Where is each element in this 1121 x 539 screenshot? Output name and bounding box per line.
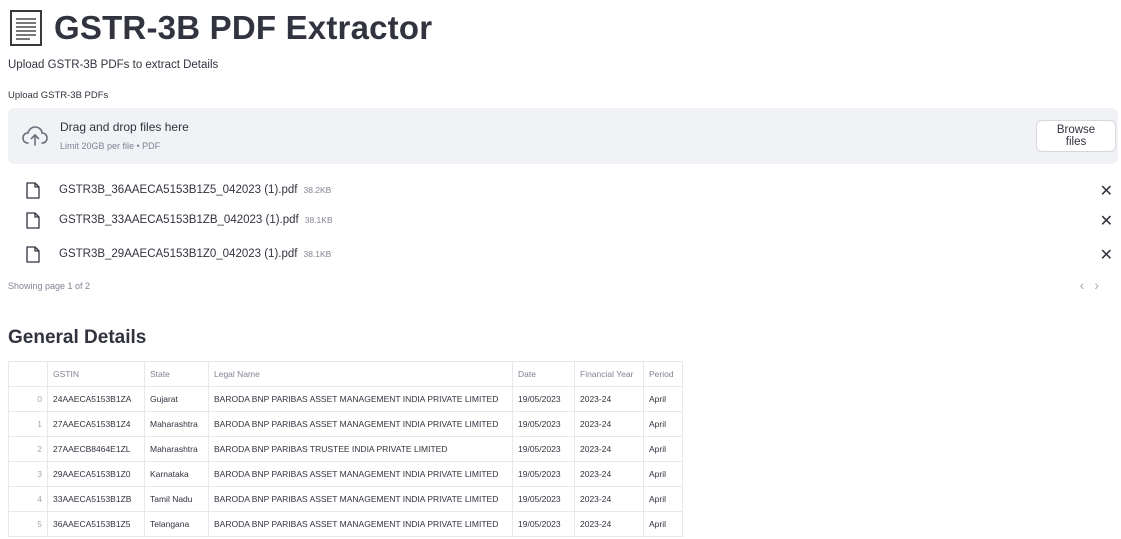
dropzone-main-text: Drag and drop files here: [60, 120, 189, 134]
cell-legal-name[interactable]: BARODA BNP PARIBAS ASSET MANAGEMENT INDI…: [208, 386, 513, 412]
cell-gstin[interactable]: 36AAECA5153B1Z5: [47, 511, 145, 537]
cell-gstin[interactable]: 24AAECA5153B1ZA: [47, 386, 145, 412]
row-index: 3: [8, 461, 48, 487]
column-header-financial-year[interactable]: Financial Year: [574, 361, 644, 387]
cell-date[interactable]: 19/05/2023: [512, 436, 575, 462]
table-row: 4 33AAECA5153B1ZB Tamil Nadu BARODA BNP …: [8, 486, 683, 512]
file-size: 38.1KB: [303, 249, 332, 259]
column-header-gstin[interactable]: GSTIN: [47, 361, 145, 387]
cell-date[interactable]: 19/05/2023: [512, 461, 575, 487]
table-row: 2 27AAECB8464E1ZL Maharashtra BARODA BNP…: [8, 436, 683, 462]
cell-date[interactable]: 19/05/2023: [512, 486, 575, 512]
general-details-table[interactable]: GSTIN State Legal Name Date Financial Ye…: [8, 361, 683, 537]
column-header-legal-name[interactable]: Legal Name: [208, 361, 513, 387]
cell-date[interactable]: 19/05/2023: [512, 386, 575, 412]
table-row: 1 27AAECA5153B1Z4 Maharashtra BARODA BNP…: [8, 411, 683, 437]
uploaded-file-item: GSTR3B_36AAECA5153B1Z5_042023 (1).pdf 38…: [26, 179, 1116, 201]
column-header-index[interactable]: [8, 361, 48, 387]
cell-legal-name[interactable]: BARODA BNP PARIBAS ASSET MANAGEMENT INDI…: [208, 461, 513, 487]
cell-state[interactable]: Telangana: [144, 511, 209, 537]
remove-file-icon[interactable]: ✕: [1100, 181, 1113, 201]
cell-financial-year[interactable]: 2023-24: [574, 386, 644, 412]
file-dropzone[interactable]: Drag and drop files here Limit 20GB per …: [8, 108, 1118, 164]
page-header: GSTR-3B PDF Extractor: [10, 6, 432, 50]
file-icon: [26, 245, 40, 263]
cell-financial-year[interactable]: 2023-24: [574, 511, 644, 537]
browse-files-button[interactable]: Browse files: [1036, 120, 1116, 152]
table-row: 5 36AAECA5153B1Z5 Telangana BARODA BNP P…: [8, 511, 683, 537]
row-index: 5: [8, 511, 48, 537]
cell-state[interactable]: Tamil Nadu: [144, 486, 209, 512]
file-icon: [26, 211, 40, 229]
table-header-row: GSTIN State Legal Name Date Financial Ye…: [8, 361, 683, 387]
next-page-icon[interactable]: ›: [1094, 277, 1109, 293]
cell-financial-year[interactable]: 2023-24: [574, 486, 644, 512]
cell-period[interactable]: April: [643, 486, 683, 512]
cell-period[interactable]: April: [643, 461, 683, 487]
cloud-upload-icon: [22, 126, 48, 146]
file-size: 38.1KB: [304, 215, 333, 225]
document-icon: [10, 10, 42, 46]
cell-state[interactable]: Gujarat: [144, 386, 209, 412]
uploaded-file-item: GSTR3B_29AAECA5153B1Z0_042023 (1).pdf 38…: [26, 243, 1116, 265]
cell-gstin[interactable]: 29AAECA5153B1Z0: [47, 461, 145, 487]
row-index: 4: [8, 486, 48, 512]
cell-state[interactable]: Maharashtra: [144, 411, 209, 437]
section-title: General Details: [8, 327, 147, 348]
cell-date[interactable]: 19/05/2023: [512, 511, 575, 537]
column-header-date[interactable]: Date: [512, 361, 575, 387]
dropzone-limit-text: Limit 20GB per file • PDF: [60, 141, 161, 151]
cell-state[interactable]: Karnataka: [144, 461, 209, 487]
dropzone-instructions: Drag and drop files here Limit 20GB per …: [60, 120, 189, 151]
cell-gstin[interactable]: 27AAECA5153B1Z4: [47, 411, 145, 437]
page-subtitle: Upload GSTR-3B PDFs to extract Details: [8, 59, 219, 71]
cell-period[interactable]: April: [643, 386, 683, 412]
row-index: 1: [8, 411, 48, 437]
cell-financial-year[interactable]: 2023-24: [574, 411, 644, 437]
cell-financial-year[interactable]: 2023-24: [574, 461, 644, 487]
row-index: 2: [8, 436, 48, 462]
cell-period[interactable]: April: [643, 436, 683, 462]
cell-period[interactable]: April: [643, 411, 683, 437]
row-index: 0: [8, 386, 48, 412]
cell-gstin[interactable]: 33AAECA5153B1ZB: [47, 486, 145, 512]
cell-date[interactable]: 19/05/2023: [512, 411, 575, 437]
page-title: GSTR-3B PDF Extractor: [54, 9, 433, 46]
file-name: GSTR3B_29AAECA5153B1Z0_042023 (1).pdf: [59, 248, 298, 260]
uploaded-file-item: GSTR3B_33AAECA5153B1ZB_042023 (1).pdf 38…: [26, 209, 1116, 231]
prev-page-icon[interactable]: ‹: [1080, 277, 1095, 293]
file-size: 38.2KB: [303, 185, 332, 195]
file-name: GSTR3B_36AAECA5153B1Z5_042023 (1).pdf: [59, 184, 298, 196]
file-name: GSTR3B_33AAECA5153B1ZB_042023 (1).pdf: [59, 214, 299, 226]
cell-legal-name[interactable]: BARODA BNP PARIBAS ASSET MANAGEMENT INDI…: [208, 486, 513, 512]
remove-file-icon[interactable]: ✕: [1100, 211, 1113, 231]
remove-file-icon[interactable]: ✕: [1100, 245, 1113, 265]
pagination-status: Showing page 1 of 2: [8, 281, 91, 291]
column-header-period[interactable]: Period: [643, 361, 683, 387]
pagination-controls: ‹›: [1080, 277, 1109, 293]
file-icon: [26, 181, 40, 199]
cell-legal-name[interactable]: BARODA BNP PARIBAS ASSET MANAGEMENT INDI…: [208, 411, 513, 437]
column-header-state[interactable]: State: [144, 361, 209, 387]
uploader-label: Upload GSTR-3B PDFs: [8, 90, 109, 101]
cell-legal-name[interactable]: BARODA BNP PARIBAS TRUSTEE INDIA PRIVATE…: [208, 436, 513, 462]
cell-state[interactable]: Maharashtra: [144, 436, 209, 462]
cell-period[interactable]: April: [643, 511, 683, 537]
table-row: 0 24AAECA5153B1ZA Gujarat BARODA BNP PAR…: [8, 386, 683, 412]
table-row: 3 29AAECA5153B1Z0 Karnataka BARODA BNP P…: [8, 461, 683, 487]
cell-gstin[interactable]: 27AAECB8464E1ZL: [47, 436, 145, 462]
cell-financial-year[interactable]: 2023-24: [574, 436, 644, 462]
cell-legal-name[interactable]: BARODA BNP PARIBAS ASSET MANAGEMENT INDI…: [208, 511, 513, 537]
